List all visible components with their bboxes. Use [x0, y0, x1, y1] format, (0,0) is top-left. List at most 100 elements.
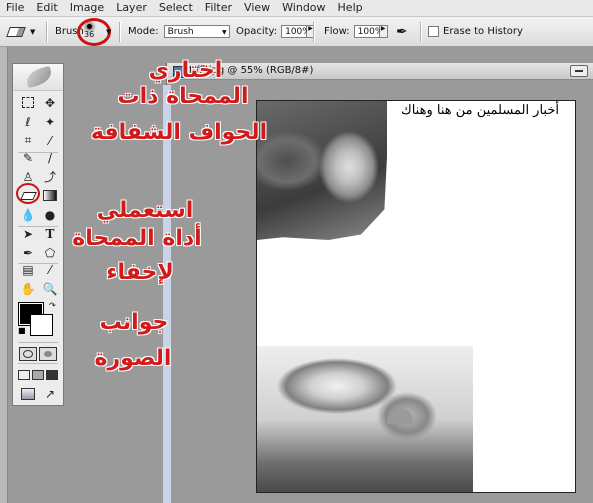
annotation-line-4: استعملي — [96, 198, 194, 223]
screen-mode-buttons — [17, 365, 61, 384]
zoom-tool[interactable]: 🔍 — [39, 279, 61, 298]
chevron-down-icon[interactable]: ▼ — [106, 28, 111, 36]
eyedropper-icon: ⁄ — [48, 262, 51, 277]
brush-icon: / — [47, 150, 53, 165]
notes-tool[interactable]: ▤ — [17, 260, 39, 279]
opacity-label: Opacity: — [236, 26, 278, 37]
arrow-icon: ➤ — [22, 226, 34, 241]
flow-input[interactable]: 100% — [353, 25, 383, 38]
menu-help[interactable]: Help — [332, 0, 369, 16]
quickmask-mode-button[interactable] — [39, 347, 57, 361]
tool-grid-misc: ▤ ⁄ ✋ 🔍 — [17, 260, 61, 298]
tool-grid-vector: ➤ T ✒ ⬠ — [17, 224, 61, 262]
screen-mode-standard[interactable] — [17, 365, 31, 384]
menu-file[interactable]: File — [0, 0, 30, 16]
annotation-line-7: جوانب — [99, 310, 169, 335]
opacity-input[interactable]: 100% — [281, 25, 311, 38]
erase-history-checkbox[interactable] — [428, 26, 439, 37]
options-bar: ▼ Brush 36 ▼ Mode: Brush ▼ Opacity: 100%… — [0, 17, 593, 47]
type-tool[interactable]: T — [39, 224, 61, 243]
eyedropper-tool[interactable]: ⁄ — [39, 260, 61, 279]
annotation-line-3: الحواف الشفافة — [90, 120, 268, 145]
magic-wand-tool[interactable]: ✦ — [39, 112, 61, 131]
menu-image[interactable]: Image — [64, 0, 110, 16]
menu-select[interactable]: Select — [153, 0, 199, 16]
tool-preset-picker[interactable]: ▼ — [6, 17, 36, 46]
background-color-swatch[interactable] — [30, 314, 53, 336]
mosque-dome — [387, 408, 413, 424]
tool-grid-top: ✥ ℓ ✦ ⌗ ⁄ — [17, 93, 61, 150]
notes-icon: ▤ — [22, 262, 34, 277]
mode-label: Mode: — [128, 26, 159, 37]
window-icon — [18, 369, 30, 380]
chevron-down-icon: ▼ — [30, 27, 36, 36]
gradient-tool[interactable] — [39, 186, 61, 205]
zoom-icon: 🔍 — [42, 281, 58, 296]
eraser-icon — [6, 26, 26, 37]
annotation-line-8: الصورة — [94, 346, 172, 371]
marquee-icon — [22, 97, 34, 108]
mode-value: Brush — [167, 27, 194, 37]
toolbox-header[interactable] — [13, 64, 63, 91]
drop-icon: 💧 — [20, 207, 36, 222]
move-tool[interactable]: ✥ — [39, 93, 61, 112]
healing-brush-tool[interactable]: ✎ — [17, 148, 39, 167]
airbrush-button[interactable]: ✒ — [396, 17, 408, 46]
image-canvas[interactable]: أخبار المسلمين من هنا وهناك — [256, 100, 576, 493]
standard-mode-button[interactable] — [19, 347, 37, 361]
annotation-line-2: الممحاة ذات — [117, 84, 249, 109]
edit-in-imageready-button[interactable] — [17, 384, 39, 403]
stamp-icon: ♙ — [22, 169, 34, 184]
eraser-highlight-ring — [16, 183, 40, 204]
type-icon: T — [45, 226, 55, 241]
magic-wand-icon: ✦ — [44, 114, 56, 129]
child-soldier-photo — [257, 101, 387, 240]
menu-view[interactable]: View — [238, 0, 276, 16]
lasso-icon: ℓ — [25, 114, 31, 129]
blur-tool[interactable]: 💧 — [17, 205, 39, 224]
gradient-icon — [43, 190, 57, 201]
quickmask-off-icon — [23, 350, 33, 358]
quickmask-on-icon — [44, 351, 52, 357]
airbrush-icon: ✒ — [396, 23, 408, 40]
swap-colors-icon[interactable]: ↷ — [49, 301, 56, 310]
annotation-line-1: اختاري — [148, 58, 223, 83]
erase-history-label: Erase to History — [443, 26, 523, 37]
chevron-down-icon: ▼ — [222, 29, 227, 36]
hand-tool[interactable]: ✋ — [17, 279, 39, 298]
history-brush-icon: ⤴ — [43, 170, 56, 184]
dodge-tool[interactable]: ● — [39, 205, 61, 224]
annotation-line-6: لإخفاء — [106, 260, 174, 285]
mode-select[interactable]: Brush ▼ — [163, 25, 230, 38]
window-icon — [46, 369, 58, 380]
default-colors-icon[interactable]: ■ — [18, 326, 26, 335]
path-select-tool[interactable]: ➤ — [17, 224, 39, 243]
shape-icon: ⬠ — [44, 245, 56, 260]
screen-mode-full[interactable] — [45, 365, 59, 384]
menu-bar: File Edit Image Layer Select Filter View… — [0, 0, 593, 17]
menu-filter[interactable]: Filter — [199, 0, 238, 16]
jump-buttons: ↗ — [17, 384, 61, 403]
menu-edit[interactable]: Edit — [30, 0, 63, 16]
flow-label: Flow: — [324, 26, 350, 37]
menu-window[interactable]: Window — [276, 0, 331, 16]
history-brush-tool[interactable]: ⤴ — [39, 167, 61, 186]
brush-tool[interactable]: / — [39, 148, 61, 167]
pen-icon: ✒ — [22, 245, 34, 260]
menu-layer[interactable]: Layer — [110, 0, 153, 16]
dodge-icon: ● — [44, 207, 56, 222]
toolbox: ✥ ℓ ✦ ⌗ ⁄ ✎ / ♙ ⤴ 💧 ● ➤ T ✒ ⬠ ▤ ⁄ ✋ 🔍 ■ … — [12, 63, 64, 406]
move-icon: ✥ — [44, 95, 56, 110]
hand-icon: ✋ — [20, 281, 36, 296]
lasso-tool[interactable]: ℓ — [17, 112, 39, 131]
bandage-icon: ✎ — [22, 150, 34, 165]
marquee-tool[interactable] — [17, 93, 39, 112]
flow-stepper[interactable]: ▶ — [379, 25, 388, 38]
panel-dock-strip — [0, 47, 8, 503]
annotation-line-5: أداة الممحاة — [72, 226, 202, 251]
jump-to-button[interactable]: ↗ — [39, 384, 61, 403]
screen-mode-full-menu[interactable] — [31, 365, 45, 384]
imageready-icon — [21, 387, 35, 400]
minimize-button[interactable] — [570, 65, 588, 77]
handshake-mosque-photo — [257, 346, 473, 492]
